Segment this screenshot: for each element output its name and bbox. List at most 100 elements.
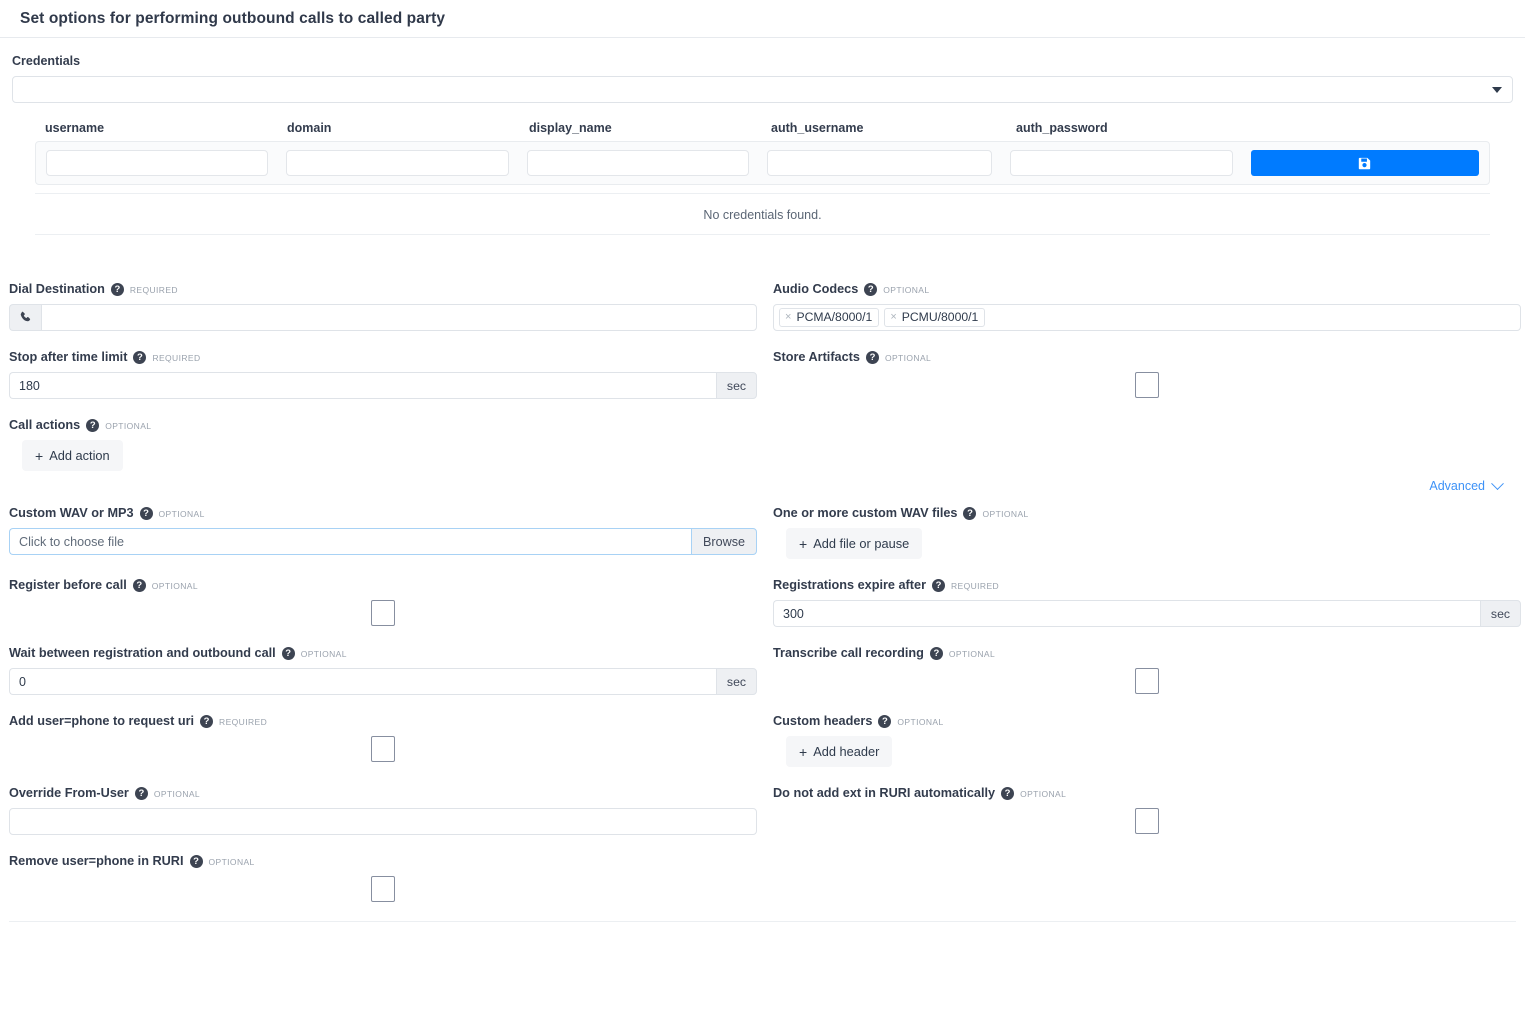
save-credential-button[interactable] bbox=[1250, 150, 1479, 176]
advanced-toggle[interactable]: Advanced bbox=[1429, 476, 1504, 493]
codec-tag[interactable]: × PCMU/8000/1 bbox=[884, 308, 986, 327]
unit-suffix: sec bbox=[1480, 600, 1521, 627]
registrations-expire-after-group: sec bbox=[773, 600, 1521, 627]
label-call-actions: Call actions ? OPTIONAL bbox=[9, 419, 766, 432]
help-icon[interactable]: ? bbox=[281, 647, 295, 660]
credentials-label: Credentials bbox=[12, 54, 81, 68]
field-custom-headers: Custom headers ? OPTIONAL + Add header bbox=[766, 715, 1524, 767]
help-icon[interactable]: ? bbox=[963, 507, 977, 520]
phone-icon bbox=[9, 304, 41, 331]
field-transcribe-call-recording: Transcribe call recording ? OPTIONAL bbox=[766, 647, 1524, 695]
field-remove-user-phone-in-ruri: Remove user=phone in RURI ? OPTIONAL bbox=[9, 855, 766, 902]
add-file-or-pause-button[interactable]: + Add file or pause bbox=[786, 528, 923, 559]
codec-tag-label: PCMA/8000/1 bbox=[796, 310, 873, 324]
credentials-select[interactable] bbox=[12, 76, 1513, 103]
badge-optional: OPTIONAL bbox=[982, 509, 1029, 520]
field-registrations-expire-after: Registrations expire after ? REQUIRED se… bbox=[766, 579, 1524, 627]
store-artifacts-checkbox[interactable] bbox=[1135, 372, 1159, 398]
form-row-8: Override From-User ? OPTIONAL Do not add… bbox=[9, 787, 1516, 855]
badge-optional: OPTIONAL bbox=[948, 649, 996, 660]
label-text: Wait between registration and outbound c… bbox=[9, 646, 276, 661]
register-before-call-checkbox[interactable] bbox=[371, 600, 395, 626]
credentials-section: Credentials username domain display_name… bbox=[0, 38, 1525, 235]
label-text: Register before call bbox=[9, 578, 127, 593]
auth-username-input[interactable] bbox=[767, 150, 993, 176]
help-icon[interactable]: ? bbox=[1001, 787, 1015, 800]
label-custom-wav-files: One or more custom WAV files ? OPTIONAL bbox=[773, 507, 1524, 520]
bottom-divider bbox=[9, 921, 1516, 922]
wait-between-registration-input[interactable] bbox=[9, 668, 716, 695]
audio-codecs-tags-input[interactable]: × PCMA/8000/1 × PCMU/8000/1 bbox=[773, 304, 1521, 331]
remove-user-phone-checkbox[interactable] bbox=[371, 876, 395, 902]
stop-after-time-limit-group: sec bbox=[9, 372, 757, 399]
label-dial-destination: Dial Destination ? REQUIRED bbox=[9, 283, 766, 296]
add-action-button[interactable]: + Add action bbox=[22, 440, 123, 471]
display-name-input[interactable] bbox=[526, 150, 750, 176]
cell-domain bbox=[286, 150, 526, 176]
help-icon[interactable]: ? bbox=[134, 787, 148, 800]
advanced-row: Advanced bbox=[9, 476, 1516, 493]
label-text: Call actions bbox=[9, 418, 81, 433]
file-name-display[interactable]: Click to choose file bbox=[9, 528, 691, 555]
label-text: Dial Destination bbox=[9, 282, 105, 297]
help-icon[interactable]: ? bbox=[929, 647, 943, 660]
label-text: Override From-User bbox=[9, 786, 129, 801]
plus-icon: + bbox=[35, 447, 44, 464]
override-from-user-input[interactable] bbox=[9, 808, 757, 835]
label-text: Registrations expire after bbox=[773, 578, 927, 593]
column-header-username: username bbox=[45, 121, 105, 135]
label-store-artifacts: Store Artifacts ? OPTIONAL bbox=[773, 351, 1524, 364]
help-icon[interactable]: ? bbox=[865, 351, 879, 364]
help-icon[interactable]: ? bbox=[864, 283, 878, 296]
label-transcribe-call-recording: Transcribe call recording ? OPTIONAL bbox=[773, 647, 1524, 660]
label-text: Audio Codecs bbox=[773, 282, 859, 297]
options-form: Dial Destination ? REQUIRED Audio Codecs… bbox=[0, 283, 1525, 922]
help-icon[interactable]: ? bbox=[139, 507, 153, 520]
registrations-expire-after-input[interactable] bbox=[773, 600, 1480, 627]
domain-input[interactable] bbox=[286, 150, 509, 176]
cell-display-name bbox=[526, 150, 767, 176]
badge-optional: OPTIONAL bbox=[153, 789, 201, 800]
username-input[interactable] bbox=[46, 150, 269, 176]
form-row-4: Custom WAV or MP3 ? OPTIONAL Click to ch… bbox=[9, 507, 1516, 579]
dial-destination-input[interactable] bbox=[41, 304, 757, 331]
add-action-label: Add action bbox=[49, 448, 110, 463]
help-icon[interactable]: ? bbox=[132, 579, 146, 592]
credentials-table: username domain display_name auth_userna… bbox=[35, 121, 1490, 235]
remove-icon[interactable]: × bbox=[785, 311, 791, 323]
browse-button[interactable]: Browse bbox=[691, 528, 757, 555]
help-icon[interactable]: ? bbox=[932, 579, 946, 592]
label-custom-wav-or-mp3: Custom WAV or MP3 ? OPTIONAL bbox=[9, 507, 766, 520]
label-custom-headers: Custom headers ? OPTIONAL bbox=[773, 715, 1524, 728]
credentials-new-row bbox=[35, 141, 1490, 185]
label-text: Stop after time limit bbox=[9, 350, 128, 365]
label-text: Add user=phone to request uri bbox=[9, 714, 195, 729]
add-user-phone-checkbox[interactable] bbox=[371, 736, 395, 762]
cell-auth-password bbox=[1010, 150, 1250, 176]
field-dial-destination: Dial Destination ? REQUIRED bbox=[9, 283, 766, 331]
label-registrations-expire-after: Registrations expire after ? REQUIRED bbox=[773, 579, 1524, 592]
add-header-button[interactable]: + Add header bbox=[786, 736, 893, 767]
help-icon[interactable]: ? bbox=[189, 855, 203, 868]
auth-password-input[interactable] bbox=[1010, 150, 1233, 176]
form-row-7: Add user=phone to request uri ? REQUIRED… bbox=[9, 715, 1516, 787]
stop-after-time-limit-input[interactable] bbox=[9, 372, 716, 399]
help-icon[interactable]: ? bbox=[86, 419, 100, 432]
unit-suffix: sec bbox=[716, 668, 757, 695]
help-icon[interactable]: ? bbox=[133, 351, 147, 364]
wait-between-registration-group: sec bbox=[9, 668, 757, 695]
form-row-6: Wait between registration and outbound c… bbox=[9, 647, 1516, 715]
label-override-from-user: Override From-User ? OPTIONAL bbox=[9, 787, 766, 800]
help-icon[interactable]: ? bbox=[878, 715, 892, 728]
column-header-domain: domain bbox=[287, 121, 332, 135]
help-icon[interactable]: ? bbox=[110, 283, 124, 296]
form-row-5: Register before call ? OPTIONAL Registra… bbox=[9, 578, 1521, 647]
dial-destination-group bbox=[9, 304, 757, 331]
transcribe-call-recording-checkbox[interactable] bbox=[1135, 668, 1159, 694]
help-icon[interactable]: ? bbox=[200, 715, 214, 728]
remove-icon[interactable]: × bbox=[890, 311, 896, 323]
do-not-add-ext-checkbox[interactable] bbox=[1135, 808, 1159, 834]
column-header-auth-username: auth_username bbox=[771, 121, 864, 135]
codec-tag[interactable]: × PCMA/8000/1 bbox=[779, 308, 880, 327]
form-row-9: Remove user=phone in RURI ? OPTIONAL bbox=[9, 855, 1516, 922]
